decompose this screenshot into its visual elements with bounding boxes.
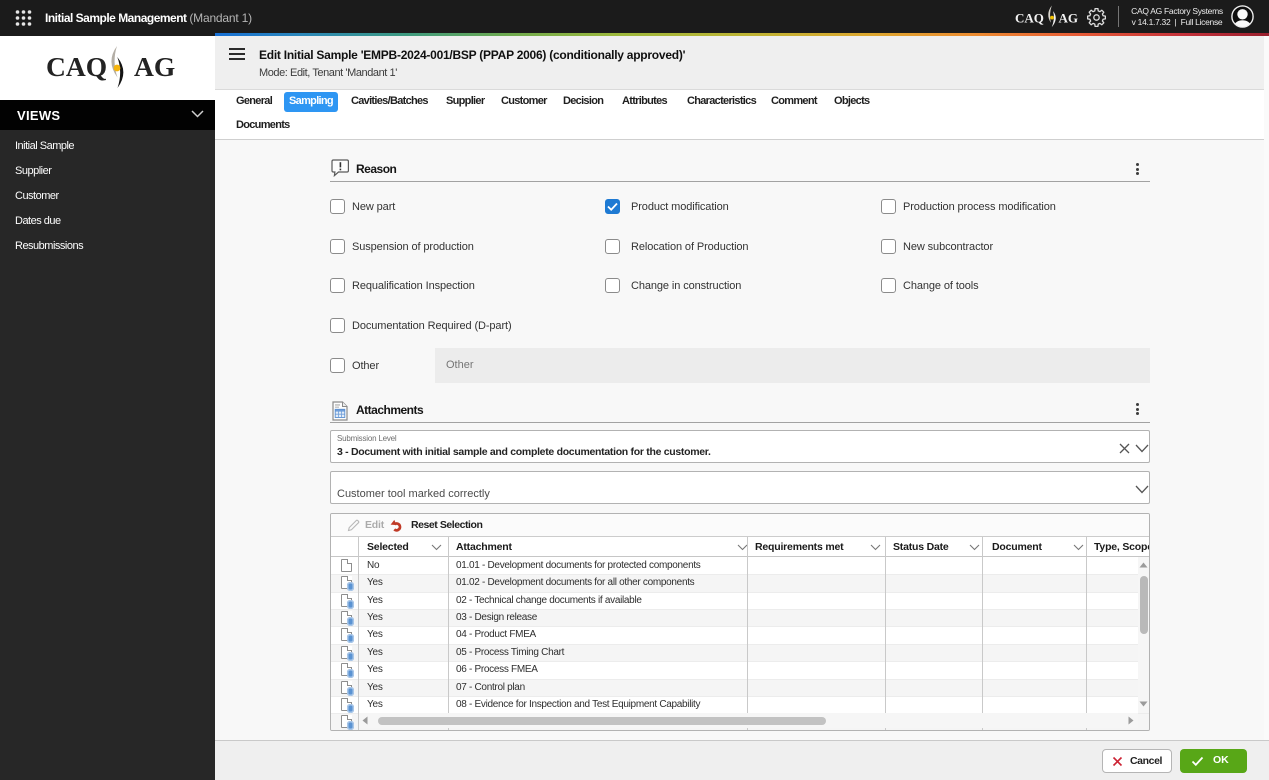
svg-text:CAQ: CAQ [1015,11,1044,26]
svg-text:AG: AG [1059,11,1079,26]
svg-text:AG: AG [134,51,175,82]
svg-text:CAQ: CAQ [46,51,107,82]
